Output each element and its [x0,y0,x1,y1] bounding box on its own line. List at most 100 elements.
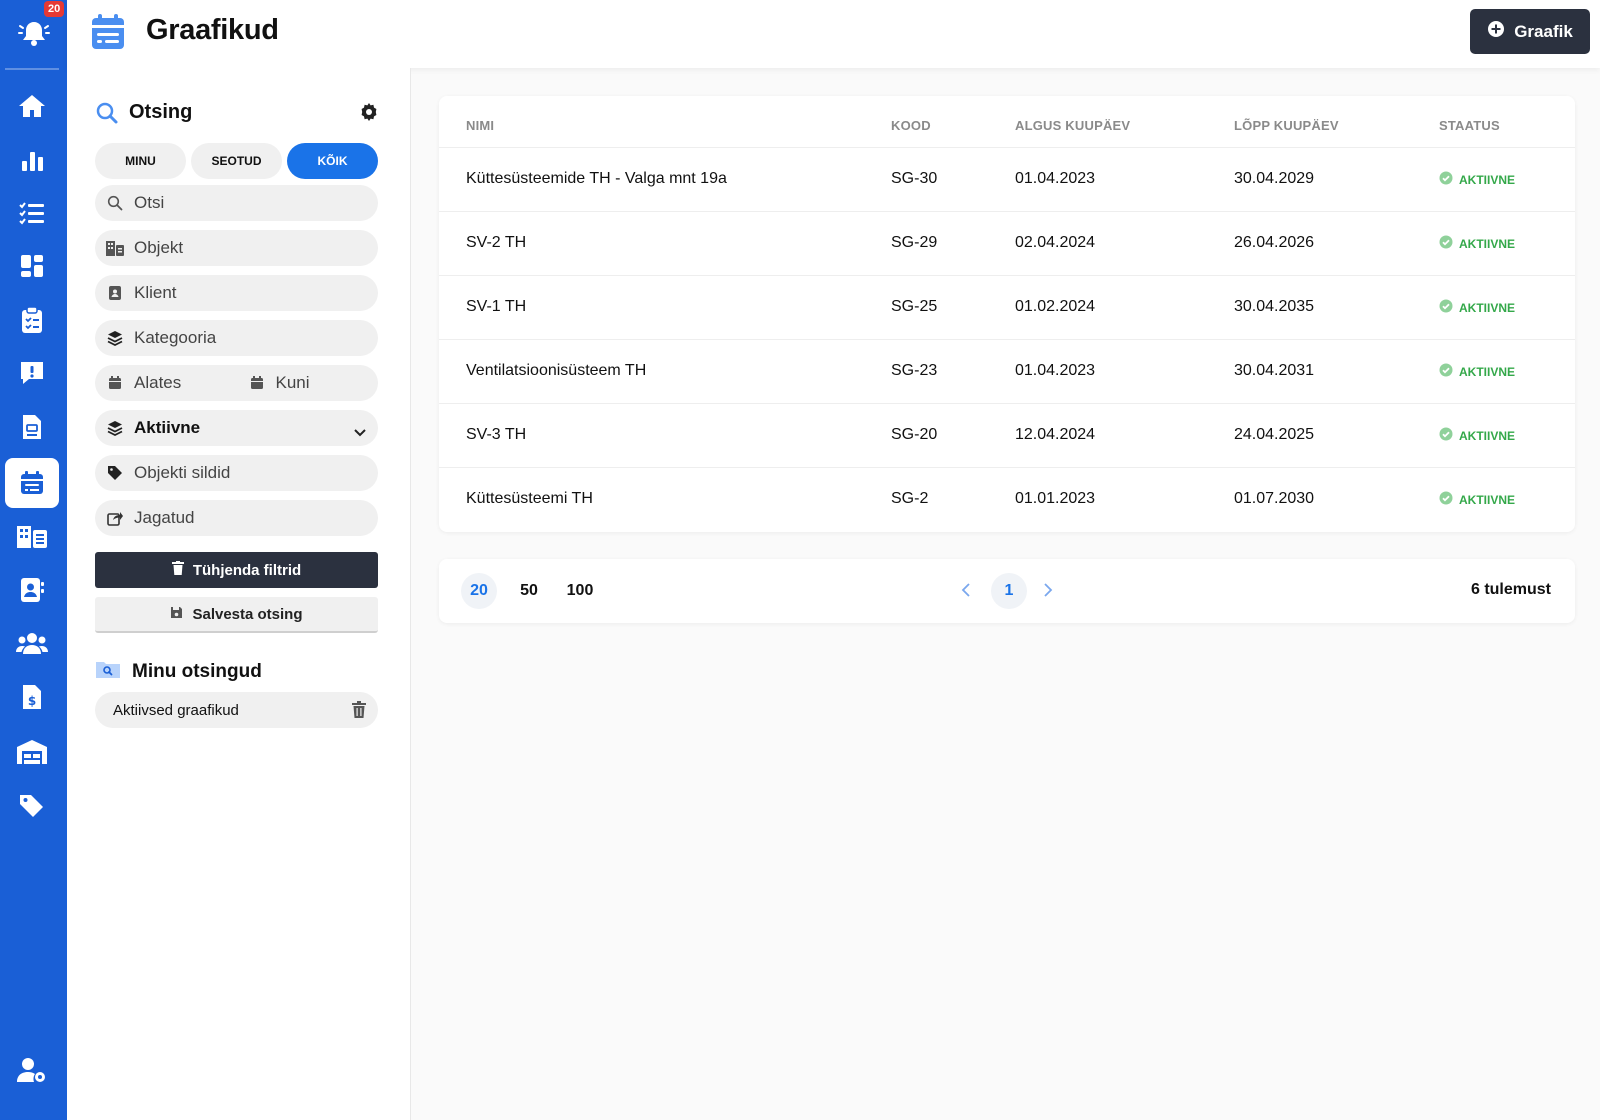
status-badge: AKTIIVNE [1439,171,1515,188]
save-search-label: Salvesta otsing [192,605,303,623]
row-start-date: 01.04.2023 [1015,170,1096,187]
search-input[interactable]: Otsi [95,185,378,221]
nav-item-home[interactable] [5,81,59,131]
nav-item-user-settings[interactable] [5,1045,59,1095]
column-header-name[interactable]: NIMI [466,118,494,133]
clear-filters-label: Tühjenda filtrid [192,561,302,579]
status-label: AKTIIVNE [1459,428,1516,443]
gear-icon[interactable] [360,103,378,126]
row-end-date: 26.04.2026 [1234,234,1315,251]
nav-item-users[interactable] [5,618,59,668]
building-icon [105,240,125,256]
document-icon [21,413,43,441]
page-size-50[interactable]: 50 [511,573,547,609]
column-header-status[interactable]: STAATUS [1439,118,1500,133]
client-filter[interactable]: Klient [95,275,378,311]
table-row[interactable]: SV-3 TH SG-20 12.04.2024 24.04.2025 AKTI… [439,403,1575,467]
search-title: Otsing [129,101,193,123]
status-label: AKTIIVNE [1459,364,1516,379]
row-name: SV-2 TH [466,234,527,251]
nav-item-tags[interactable] [5,780,59,830]
nav-item-issues[interactable] [5,348,59,398]
nav-item-schedules[interactable] [5,458,59,508]
svg-text:$: $ [28,694,36,708]
date-to-input[interactable]: Kuni [237,373,379,393]
status-select-value: Aktiivne [134,418,201,437]
status-badge: AKTIIVNE [1439,235,1515,252]
invoice-icon: $ [21,683,43,711]
chevron-right-icon[interactable] [1043,583,1053,602]
category-filter[interactable]: Kategooria [95,320,378,356]
current-page[interactable]: 1 [991,573,1027,609]
tag-icon [105,465,125,481]
trash-icon [171,561,184,579]
saved-searches-title: Minu otsingud [132,661,262,682]
scope-all[interactable]: KÕIK [287,143,378,179]
table-row[interactable]: Küttesüsteemide TH - Valga mnt 19a SG-30… [439,147,1575,211]
date-range-filter: Alates Kuni [95,365,378,401]
results-count: 6 tulemust [1470,581,1551,598]
pagination-bar: 20 50 100 1 6 tulemust [439,559,1575,623]
notification-badge: 20 [44,1,65,17]
status-label: AKTIIVNE [1459,300,1516,315]
clear-filters-button[interactable]: Tühjenda filtrid [95,552,378,588]
date-from-input[interactable]: Alates [95,373,237,393]
table-row[interactable]: Küttesüsteemi TH SG-2 01.01.2023 01.07.2… [439,467,1575,531]
schedules-table: NIMI KOOD ALGUS KUUPÄEV LÕPP KUUPÄEV STA… [439,96,1575,532]
nav-item-checklists[interactable] [5,295,59,345]
check-circle-icon [1439,491,1453,508]
shared-filter[interactable]: Jagatud [95,500,378,536]
row-name: SV-1 TH [466,298,527,315]
status-select[interactable]: Aktiivne [95,410,378,446]
object-filter[interactable]: Objekt [95,230,378,266]
dashboard-icon [19,253,45,279]
check-circle-icon [1439,363,1453,380]
notifications-button[interactable]: 20 [0,0,67,66]
object-tags-filter[interactable]: Objekti sildid [95,455,378,491]
share-icon [105,510,125,526]
column-header-start-date[interactable]: ALGUS KUUPÄEV [1015,118,1130,133]
client-placeholder: Klient [134,283,177,302]
home-icon [17,93,47,119]
table-row[interactable]: Ventilatsioonisüsteem TH SG-23 01.04.202… [439,339,1575,403]
object-placeholder: Objekt [134,238,184,257]
column-header-end-date[interactable]: LÕPP KUUPÄEV [1234,118,1339,133]
add-schedule-button[interactable]: Graafik [1470,9,1590,54]
scope-related[interactable]: SEOTUD [191,143,282,179]
scope-mine[interactable]: MINU [95,143,186,179]
warehouse-icon [16,739,48,765]
nav-item-objects[interactable] [5,511,59,561]
calendar-icon [91,14,125,55]
bell-icon [17,18,51,48]
table-row[interactable]: SV-2 TH SG-29 02.04.2024 26.04.2026 AKTI… [439,211,1575,275]
row-name: Küttesüsteemide TH - Valga mnt 19a [466,170,727,187]
status-badge: AKTIIVNE [1439,427,1515,444]
alert-message-icon [18,359,46,387]
status-badge: AKTIIVNE [1439,299,1515,316]
page-size-20[interactable]: 20 [461,573,497,609]
layers-icon [105,330,125,346]
table-row[interactable]: SV-1 TH SG-25 01.02.2024 30.04.2035 AKTI… [439,275,1575,339]
save-search-button[interactable]: Salvesta otsing [95,597,378,633]
shared-placeholder: Jagatud [134,508,195,527]
tags-icon [18,792,46,818]
nav-item-warehouse[interactable] [5,727,59,777]
saved-search-item[interactable]: Aktiivsed graafikud [95,692,378,728]
page-size-100[interactable]: 100 [558,573,602,609]
calendar-icon [105,376,125,390]
column-header-code[interactable]: KOOD [891,118,931,133]
date-from-placeholder: Alates [134,373,182,392]
nav-item-clients[interactable] [5,565,59,615]
nav-item-invoices[interactable]: $ [5,672,59,722]
row-start-date: 12.04.2024 [1015,426,1096,443]
chevron-left-icon[interactable] [961,583,971,602]
search-scope-toggle: MINU SEOTUD KÕIK [95,143,378,179]
nav-item-reports[interactable] [5,135,59,185]
nav-item-tasks[interactable] [5,188,59,238]
nav-item-documents[interactable] [5,402,59,452]
clipboard-icon [20,306,44,334]
plus-circle-icon [1487,20,1505,43]
nav-item-dashboard[interactable] [5,241,59,291]
layers-icon [105,420,125,436]
trash-icon[interactable] [352,701,366,722]
